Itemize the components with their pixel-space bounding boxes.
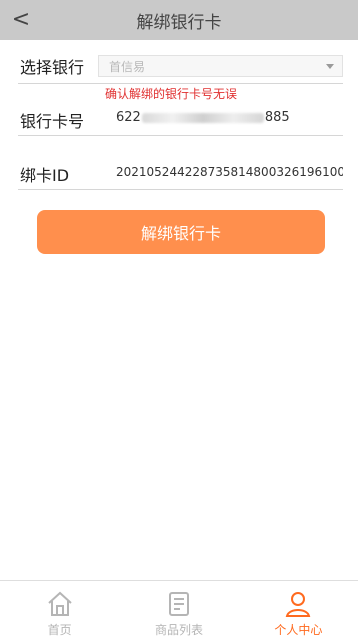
back-button[interactable]: < bbox=[8, 6, 34, 34]
tab-bar: 首页 商品列表 个人中心 bbox=[0, 580, 358, 640]
card-number: 622 885 bbox=[116, 110, 290, 125]
card-number-prefix: 622 bbox=[116, 110, 141, 125]
bind-id-value: 202105244228735814800326196100 bbox=[116, 165, 343, 179]
unbind-button[interactable]: 解绑银行卡 bbox=[37, 210, 325, 254]
card-number-suffix: 885 bbox=[264, 110, 290, 125]
tab-profile-label: 个人中心 bbox=[274, 623, 323, 637]
bank-select-value: 首信易 bbox=[109, 59, 146, 74]
home-icon bbox=[47, 591, 72, 616]
bank-label: 选择银行 bbox=[20, 58, 85, 77]
masked-digits bbox=[141, 112, 264, 123]
list-icon bbox=[168, 592, 189, 616]
tab-profile[interactable]: 个人中心 bbox=[239, 581, 358, 640]
user-icon bbox=[286, 592, 311, 617]
card-label: 银行卡号 bbox=[20, 112, 85, 131]
bind-id-label: 绑卡ID bbox=[20, 166, 70, 185]
chevron-down-icon bbox=[326, 64, 334, 69]
tab-home[interactable]: 首页 bbox=[0, 581, 119, 640]
tab-home-label: 首页 bbox=[47, 623, 72, 637]
tab-product-list-label: 商品列表 bbox=[154, 623, 203, 637]
tab-product-list[interactable]: 商品列表 bbox=[119, 581, 238, 640]
bank-select[interactable]: 首信易 bbox=[98, 55, 343, 77]
page-title: 解绑银行卡 bbox=[136, 12, 222, 33]
header-bar: < 解绑银行卡 bbox=[0, 0, 358, 40]
